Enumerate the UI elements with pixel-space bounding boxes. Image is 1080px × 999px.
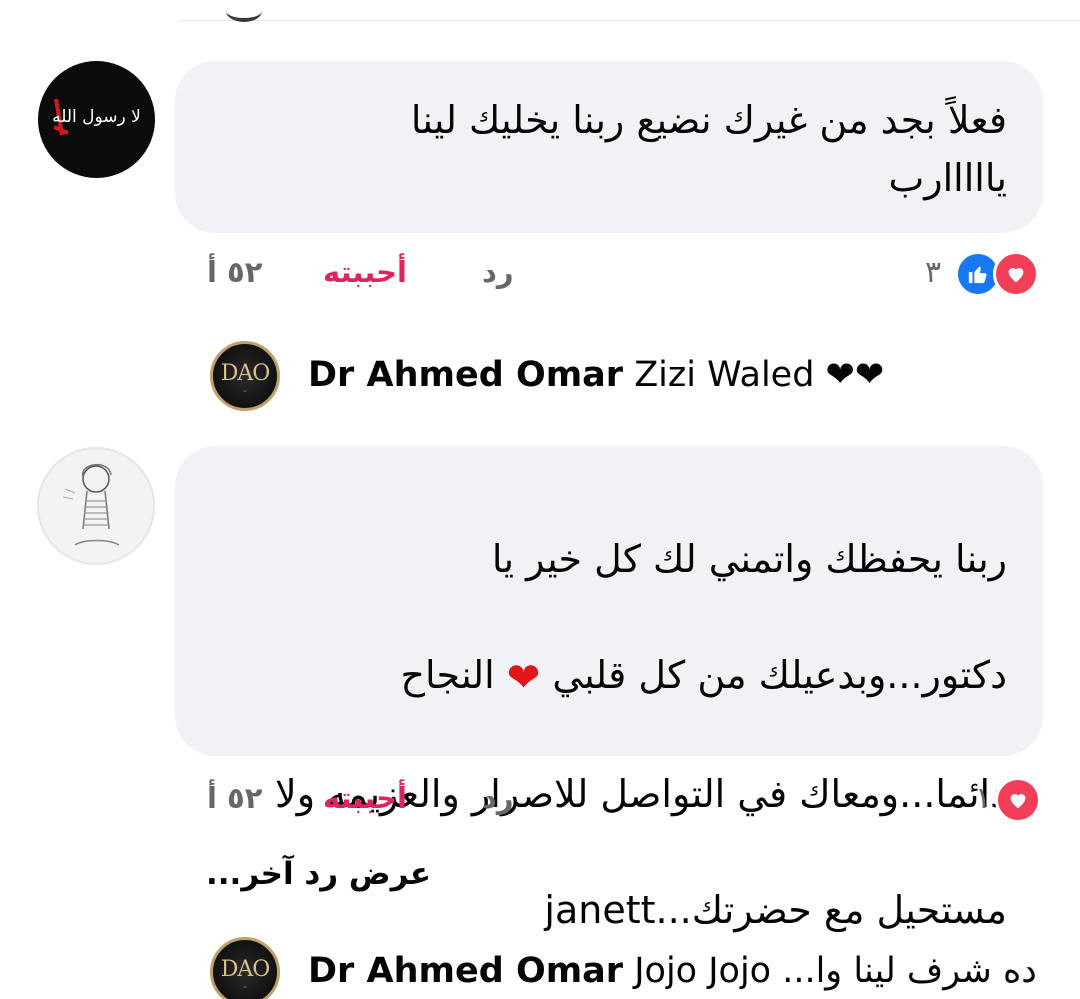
sketch-avatar-icon — [62, 464, 120, 546]
previous-comment-edge — [226, 0, 262, 22]
avatar-label: لا رسول الله — [52, 107, 141, 127]
view-more-replies-link[interactable]: عرض رد آخر... — [206, 852, 431, 896]
like-button[interactable]: أحببته — [323, 776, 407, 820]
heart-emoji: ❤ — [506, 654, 541, 701]
reaction-count: ٣ — [925, 255, 942, 290]
comment-line: دكتور...وبدعيلك من كل قلبي ❤ النجاح — [211, 646, 1007, 707]
reactions-summary[interactable]: ٣ — [915, 250, 1045, 298]
comment-line-part: دكتور...وبدعيلك من كل قلبي — [552, 653, 1007, 697]
comment-line-part: النجاح — [400, 653, 495, 697]
comment-bubble[interactable]: ربنا يحفظك واتمني لك كل خير يا دكتور...و… — [175, 446, 1043, 932]
love-icon — [995, 777, 1041, 823]
comment-timestamp[interactable]: ٥٢ أ — [207, 776, 262, 820]
reactions-summary[interactable]: ١ — [965, 776, 1045, 824]
avatar[interactable] — [37, 447, 155, 565]
reply-avatar[interactable]: DAO ~ — [210, 937, 280, 999]
reply-button[interactable]: رد — [482, 250, 514, 294]
comment-text: فعلاً بجد من غيرك نضيع ربنا يخليك لينا ي… — [410, 98, 1007, 200]
avatar-logo: DAO — [220, 361, 271, 386]
reply-text: Jojo Jojo ...ده شرف لينا وا — [634, 951, 1037, 991]
avatar-logo: DAO — [220, 957, 271, 982]
comment-timestamp[interactable]: ٥٢ أ — [207, 250, 262, 294]
avatar-logo-sub: ~ — [242, 388, 248, 395]
comment-actions: ٥٢ أ أحببته رد ١ — [205, 776, 1045, 823]
avatar[interactable]: لا رسول الله — [38, 61, 155, 178]
reply-author[interactable]: Dr Ahmed Omar — [308, 951, 623, 991]
reply-author[interactable]: Dr Ahmed Omar — [308, 355, 623, 395]
like-button[interactable]: أحببته — [323, 250, 407, 294]
comment-text: ربنا يحفظك واتمني لك كل خير يا دكتور...و… — [211, 472, 1007, 997]
reply-button[interactable]: رد — [482, 776, 514, 820]
avatar-logo-sub: ~ — [242, 984, 248, 991]
reply-text: Zizi Waled ❤❤ — [634, 355, 885, 395]
love-icon — [993, 251, 1039, 297]
reply-avatar[interactable]: DAO ~ — [210, 341, 280, 411]
comment-line: ربنا يحفظك واتمني لك كل خير يا — [491, 537, 1007, 581]
comment-actions: ٥٢ أ أحببته رد ٣ — [205, 250, 1045, 297]
reply-preview[interactable]: Dr Ahmed Omar Jojo Jojo ...ده شرف لينا و… — [308, 945, 1037, 997]
reply-preview[interactable]: Dr Ahmed Omar Zizi Waled ❤❤ — [308, 349, 884, 401]
reaction-count: ١ — [975, 781, 992, 816]
divider — [180, 20, 1080, 21]
comment-bubble[interactable]: فعلاً بجد من غيرك نضيع ربنا يخليك لينا ي… — [175, 61, 1043, 233]
